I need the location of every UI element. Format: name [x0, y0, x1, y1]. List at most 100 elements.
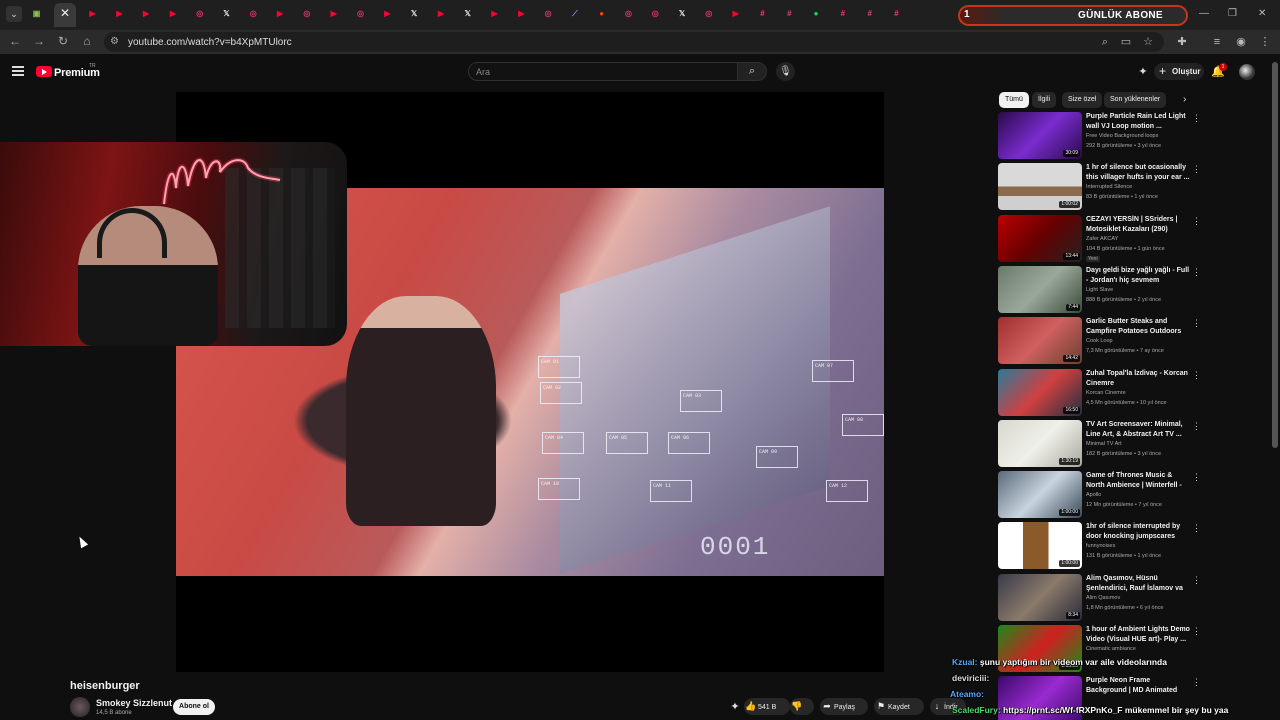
cast-settings-icon[interactable]: ✦ [1136, 65, 1150, 79]
recommendation-card[interactable]: 8:34 Alim Qasımov, Hüsnü Şenlendirici, Ra… [998, 573, 1204, 622]
tab-search-icon[interactable]: ⌄ [6, 6, 22, 22]
recommendation-thumbnail[interactable]: 1:30:19 [998, 419, 1082, 467]
recommendation-thumbnail[interactable]: 1:00:00 [998, 522, 1082, 570]
filter-chip[interactable]: Size özel [1062, 92, 1103, 108]
spotify-icon[interactable]: ● [810, 7, 823, 20]
voice-search-button[interactable]: 🎙 [776, 62, 795, 81]
recommendation-title[interactable]: Purple Particle Rain Led Light wall VJ L… [1086, 112, 1190, 132]
channel-avatar[interactable] [70, 697, 90, 717]
close-tab-icon[interactable]: ✕ [60, 7, 70, 20]
recommendation-thumbnail[interactable]: 8:34 [998, 573, 1082, 621]
recommendation-card[interactable]: 1:00:00 Game of Thrones Music & North Amb… [998, 471, 1204, 519]
recommendation-thumbnail[interactable]: 14:42 [998, 317, 1082, 365]
youtube-icon[interactable]: ▶ [274, 7, 287, 20]
recommendation-title[interactable]: 1 hour of Ambient Lights Demo Video (Vis… [1086, 625, 1190, 645]
recommendation-title[interactable]: 1 hr of silence but ocasionally this vil… [1086, 163, 1190, 183]
x-icon[interactable]: 𝕏 [461, 7, 474, 20]
recommendation-title[interactable]: CEZAYI YERSİN | SSriders | Motosiklet Ka… [1086, 215, 1190, 235]
recommendation-channel[interactable]: Cook Loop [1086, 338, 1190, 344]
recommendation-thumbnail[interactable]: 13:44 [998, 214, 1082, 262]
browser-menu-icon[interactable]: ⋮ [1258, 35, 1272, 49]
more-actions-icon[interactable]: ⋮ [1192, 215, 1201, 227]
guide-menu-icon[interactable] [12, 66, 24, 76]
account-avatar[interactable] [1239, 64, 1255, 80]
recommendation-channel[interactable]: Zafer AKCAY [1086, 236, 1190, 242]
reading-list-icon[interactable]: ≡ [1210, 35, 1224, 49]
youtube-icon[interactable]: ▶ [488, 7, 501, 20]
recommendation-thumbnail[interactable]: 1:00:00 [998, 471, 1082, 519]
recommendation-channel[interactable]: Minimal TV Art [1086, 441, 1190, 447]
like-button[interactable]: 👍541 B [744, 698, 790, 715]
recommendation-title[interactable]: Dayı geldi bize yağlı yağlı - Full - Jor… [1086, 266, 1190, 286]
recommendation-title[interactable]: 1hr of silence interrupted by door knock… [1086, 522, 1190, 542]
youtube-icon[interactable]: ▶ [86, 7, 99, 20]
more-actions-icon[interactable]: ⋮ [1192, 266, 1201, 278]
recommendation-title[interactable]: Alim Qasımov, Hüsnü Şenlendirici, Rauf İ… [1086, 574, 1190, 594]
hashtag-icon[interactable]: # [890, 7, 903, 20]
instagram-icon[interactable]: ◎ [193, 7, 206, 20]
recommendation-title[interactable]: Purple Neon Frame Background | MD Animat… [1086, 676, 1190, 696]
more-actions-icon[interactable]: ⋮ [1192, 522, 1201, 534]
bookmark-star-icon[interactable]: ☆ [1141, 35, 1155, 49]
minimize-icon[interactable]: — [1199, 8, 1209, 19]
hashtag-icon[interactable]: # [756, 7, 769, 20]
recommendation-card[interactable]: 16:50 Zuhal Topal'la İzdivaç - Korcan Cin… [998, 368, 1204, 417]
filter-chip[interactable]: Son yüklenenler [1104, 92, 1167, 108]
recommendation-title[interactable]: TV Art Screensaver: Minimal, Line Art, &… [1086, 420, 1190, 440]
youtube-icon[interactable]: ▶ [327, 7, 340, 20]
instagram-icon[interactable]: ◎ [622, 7, 635, 20]
x-icon[interactable]: 𝕏 [408, 7, 421, 20]
dislike-button[interactable]: 👎 [790, 698, 814, 715]
recommendation-channel[interactable]: Apollo [1086, 492, 1190, 498]
youtube-icon[interactable]: ▶ [166, 7, 179, 20]
youtube-icon[interactable]: ▶ [434, 7, 447, 20]
recommendation-channel[interactable]: Interrupted Silence [1086, 184, 1190, 190]
scrollbar-thumb[interactable] [1272, 62, 1278, 448]
recommendation-channel[interactable]: Light Slave [1086, 287, 1190, 293]
reddit-icon[interactable]: ● [595, 7, 608, 20]
more-actions-icon[interactable]: ⋮ [1192, 676, 1201, 688]
share-button[interactable]: ➦ Paylaş [820, 698, 868, 715]
more-actions-icon[interactable]: ⋮ [1192, 420, 1201, 432]
recommendation-card[interactable]: 1:30:19 TV Art Screensaver: Minimal, Line… [998, 419, 1204, 468]
hashtag-icon[interactable]: # [863, 7, 876, 20]
reload-icon[interactable]: ↻ [56, 34, 70, 48]
more-actions-icon[interactable]: ⋮ [1192, 625, 1201, 637]
cast-icon[interactable]: ▭ [1119, 35, 1133, 49]
camera-tab-icon[interactable]: ▣ [30, 7, 43, 20]
x-icon[interactable]: 𝕏 [676, 7, 689, 20]
more-actions-icon[interactable]: ⋮ [1192, 163, 1201, 175]
back-icon[interactable]: ← [8, 34, 22, 48]
instagram-icon[interactable]: ◎ [542, 7, 555, 20]
search-button[interactable]: ⌕ [737, 62, 767, 81]
recommendation-channel[interactable]: Korcan Cinemre [1086, 390, 1190, 396]
search-input[interactable] [476, 64, 726, 79]
extensions-icon[interactable]: ✚ [1175, 35, 1189, 49]
feather-icon[interactable]: ⟋ [568, 7, 581, 20]
instagram-icon[interactable]: ◎ [649, 7, 662, 20]
more-actions-icon[interactable]: ⋮ [1192, 574, 1201, 586]
x-icon[interactable]: 𝕏 [220, 7, 233, 20]
recommendation-thumbnail[interactable]: 1:00:02 [998, 163, 1082, 211]
forward-icon[interactable]: → [32, 34, 46, 48]
more-actions-icon[interactable]: ⋮ [1192, 317, 1201, 329]
recommendation-card[interactable]: 30:09 Purple Particle Rain Led Light wall… [998, 112, 1204, 160]
instagram-icon[interactable]: ◎ [702, 7, 715, 20]
recommendation-card[interactable]: 7:44 Dayı geldi bize yağlı yağlı - Full -… [998, 265, 1204, 314]
window-close-icon[interactable]: ✕ [1258, 8, 1266, 19]
recommendation-channel[interactable]: Alim Qasımov [1086, 595, 1190, 601]
recommendation-card[interactable]: 14:42 Garlic Butter Steaks and Campfire P… [998, 317, 1204, 365]
instagram-icon[interactable]: ◎ [247, 7, 260, 20]
more-actions-icon[interactable]: ⋮ [1192, 471, 1201, 483]
filter-chip[interactable]: Tümü [999, 92, 1029, 108]
recommendation-channel[interactable]: Free Video Background loops [1086, 133, 1190, 139]
recommendation-thumbnail[interactable]: 30:09 [998, 112, 1082, 159]
recommendation-title[interactable]: Zuhal Topal'la İzdivaç - Korcan Cinemre [1086, 369, 1190, 389]
sparkle-ask-icon[interactable]: ✦ [728, 700, 742, 714]
recommendation-title[interactable]: Game of Thrones Music & North Ambience |… [1086, 471, 1190, 491]
channel-name[interactable]: Smokey Sizzlenut [96, 698, 172, 708]
recommendation-channel[interactable]: funnynoises [1086, 543, 1190, 549]
home-icon[interactable]: ⌂ [80, 34, 94, 48]
recommendation-thumbnail[interactable]: 7:44 [998, 265, 1082, 313]
youtube-icon[interactable]: ▶ [381, 7, 394, 20]
